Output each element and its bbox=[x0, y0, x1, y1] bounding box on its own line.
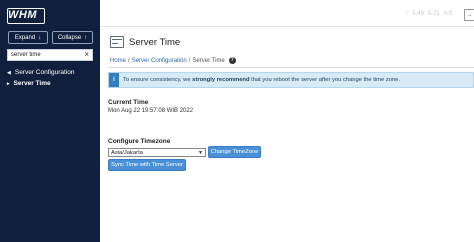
breadcrumb-server-configuration[interactable]: Server Configuration bbox=[132, 58, 187, 64]
arrow-up-icon: ↑ bbox=[84, 34, 88, 41]
load-1: 5.49 bbox=[412, 11, 424, 17]
clear-search-icon[interactable]: × bbox=[84, 50, 89, 60]
whm-logo-text: WHM bbox=[8, 9, 37, 21]
active-marker-icon: ▸ bbox=[7, 80, 10, 87]
breadcrumb-current: Server Time bbox=[192, 57, 225, 64]
whm-window: WHM Expand ↓ Collapse ↑ × ◀ Server Confi… bbox=[0, 0, 474, 242]
configure-timezone-label: Configure Timezone bbox=[108, 138, 171, 145]
timezone-selected-value: Asia/Jakarta bbox=[111, 149, 143, 156]
sidebar-item-server-time[interactable]: ▸ Server Time bbox=[7, 80, 51, 87]
sidebar-item-label: Server Time bbox=[13, 80, 51, 87]
breadcrumb: Home / Server Configuration / Server Tim… bbox=[110, 57, 236, 64]
help-icon[interactable]: ? bbox=[228, 57, 236, 64]
load-15: 4.9 bbox=[443, 11, 452, 17]
arrow-down-icon: ↓ bbox=[38, 34, 42, 41]
sidebar-category-server-configuration[interactable]: ◀ Server Configuration bbox=[7, 69, 74, 76]
sidebar-search: × bbox=[7, 49, 93, 61]
logout-icon[interactable]: → bbox=[464, 9, 474, 21]
header-divider bbox=[108, 67, 474, 68]
collapse-triangle-icon: ◀ bbox=[7, 69, 11, 76]
sidebar-category-label: Server Configuration bbox=[14, 69, 75, 76]
info-icon: i bbox=[109, 73, 119, 87]
chevron-down-icon: ▼ bbox=[198, 150, 203, 156]
sync-time-button[interactable]: Sync Time with Time Server bbox=[108, 159, 186, 171]
search-input[interactable] bbox=[11, 52, 83, 58]
server-load: ↑ 5.49 5.71 4.9 bbox=[405, 11, 452, 17]
load-5: 5.71 bbox=[427, 11, 440, 17]
sidebar: WHM Expand ↓ Collapse ↑ × ◀ Server Confi… bbox=[0, 0, 100, 242]
collapse-button[interactable]: Collapse ↑ bbox=[52, 31, 93, 44]
page-title: Server Time bbox=[129, 37, 181, 48]
info-alert: i To ensure consistency, we strongly rec… bbox=[108, 72, 474, 88]
current-time-label: Current Time bbox=[108, 99, 149, 106]
timezone-select[interactable]: Asia/Jakarta ▼ bbox=[108, 148, 206, 157]
expand-button[interactable]: Expand ↓ bbox=[8, 31, 48, 44]
server-time-page-icon bbox=[110, 36, 124, 48]
current-time-value: Mon Aug 22 19:57:08 WIB 2022 bbox=[108, 108, 194, 114]
change-timezone-button[interactable]: Change TimeZone bbox=[208, 146, 261, 158]
collapse-label: Collapse bbox=[57, 34, 82, 41]
top-bar: ↑ 5.49 5.71 4.9 → bbox=[100, 0, 474, 27]
breadcrumb-separator: / bbox=[188, 57, 191, 64]
breadcrumb-home[interactable]: Home bbox=[110, 58, 126, 64]
breadcrumb-separator: / bbox=[128, 57, 130, 64]
load-arrow-icon: ↑ bbox=[405, 11, 409, 17]
expand-label: Expand bbox=[14, 34, 36, 41]
alert-text: To ensure consistency, we strongly recom… bbox=[123, 77, 401, 83]
